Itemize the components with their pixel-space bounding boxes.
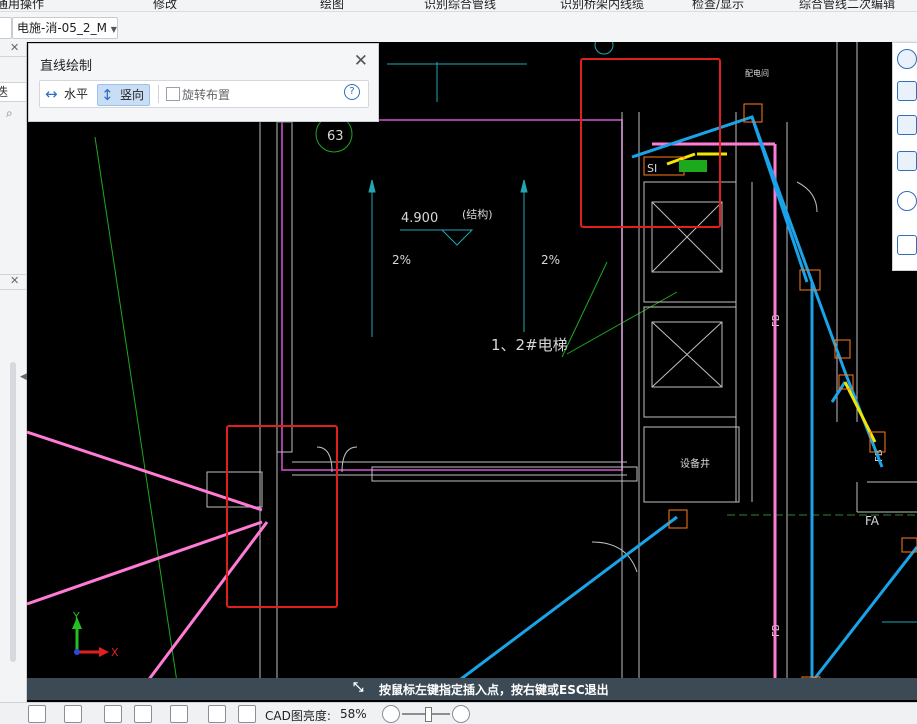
cross-icon[interactable] (104, 705, 122, 723)
panel-field[interactable]: 迭 (0, 82, 26, 102)
vertical-button[interactable]: ↕ 竖向 (97, 84, 151, 106)
ribbon-item-recognize-pipes[interactable]: 识别综合管线 (424, 0, 496, 11)
cursor-hint-icon: ⤡ (353, 680, 364, 695)
orbit-icon[interactable] (897, 49, 917, 69)
divider (158, 85, 159, 103)
tab-current-file-label: 电施-消-05_2_M (17, 21, 107, 35)
bottom-toolbar: CAD图亮度: 58% (0, 702, 917, 724)
ribbon-item-common[interactable]: 通用操作 (0, 0, 44, 11)
cad-canvas[interactable]: 63 4.900 (结构) 2% 2% 1、2#电梯 设备井 配电间 FB FB… (27, 42, 917, 682)
3d-view-icon[interactable] (897, 81, 917, 101)
rotate-checkbox[interactable] (166, 87, 180, 101)
ribbon-item-draw[interactable]: 绘图 (320, 0, 344, 11)
left-side-panel: ✕ 迭 ⌕ ✕ ◀ (0, 41, 27, 702)
line-draw-dialog[interactable]: 直线绘制 ✕ ↔ 水平 ↕ 竖向 旋转布置 ? (28, 43, 379, 122)
cube-view-icon[interactable] (897, 115, 917, 135)
panel-scrollbar[interactable] (10, 362, 16, 662)
right-view-toolbar (892, 42, 917, 271)
horizontal-button[interactable]: ↔ 水平 (42, 84, 93, 104)
elevation-note: (结构) (462, 207, 493, 221)
purple-wall (281, 119, 623, 471)
cad-brightness-value: 58% (340, 707, 367, 721)
collapse-arrow-icon[interactable]: ◀ (20, 372, 27, 382)
ribbon-item-recognize-cables[interactable]: 识别桥架内线缆 (560, 0, 644, 11)
ucs-axis-indicator: Y X (72, 610, 119, 659)
snap-icon[interactable] (170, 705, 188, 723)
status-bar: ⤡ 按鼠标左键指定插入点，按右键或ESC退出 (27, 678, 917, 700)
tag-label: SI (647, 162, 657, 175)
horizontal-arrows-icon: ↔ (45, 85, 58, 103)
elevator-label: 1、2#电梯 (491, 336, 568, 354)
axis-y-label: Y (72, 610, 80, 623)
rotate-label: 旋转布置 (182, 88, 231, 102)
dialog-title: 直线绘制 (40, 59, 93, 74)
horizontal-label: 水平 (64, 87, 89, 101)
cube-icon[interactable] (64, 705, 82, 723)
ribbon-item-check-display[interactable]: 检查/显示 (692, 0, 744, 11)
slope-right-text: 2% (541, 253, 560, 267)
close-icon[interactable]: ✕ (10, 41, 19, 54)
search-icon[interactable]: ⌕ (6, 106, 13, 121)
brightness-decrease-icon[interactable] (382, 705, 400, 723)
help-icon[interactable]: ? (344, 84, 360, 100)
yellow-lines (666, 152, 877, 443)
cad-drawing[interactable]: 63 4.900 (结构) 2% 2% 1、2#电梯 设备井 配电间 FB FB… (27, 42, 917, 682)
ribbon-item-modify[interactable]: 修改 (153, 0, 177, 11)
brightness-slider-handle[interactable] (425, 707, 432, 722)
close-icon[interactable]: ✕ (10, 274, 19, 287)
tab-current-file[interactable]: 电施-消-05_2_M ▼ (12, 17, 118, 39)
green-guide-line (94, 136, 178, 682)
tab-previous[interactable] (0, 17, 12, 39)
green-device (679, 160, 707, 172)
close-icon[interactable]: ✕ (354, 51, 368, 71)
elevation-text: 4.900 (401, 211, 438, 226)
ribbon-menu: 通用操作 修改 绘图 识别综合管线 识别桥架内线缆 检查/显示 综合管线二次编辑 (0, 0, 917, 12)
ribbon-item-secondary-edit[interactable]: 综合管线二次编辑 (799, 0, 895, 11)
cad-brightness-label: CAD图亮度: (265, 709, 331, 723)
dialog-option-bar: ↔ 水平 ↕ 竖向 旋转布置 ? (39, 80, 369, 108)
teal-annotations (368, 42, 917, 623)
number-label: 63 (327, 129, 344, 144)
slope-left-text: 2% (392, 253, 411, 267)
print-icon[interactable] (208, 705, 226, 723)
select-mode-icon[interactable] (28, 705, 46, 723)
green-guide-line (561, 261, 608, 358)
ortho-icon[interactable] (238, 705, 256, 723)
layer-list-icon[interactable] (897, 235, 917, 255)
rotate-view-icon[interactable] (897, 191, 917, 211)
fa-label: FA (865, 514, 880, 528)
panel-header-2: ✕ (0, 274, 26, 290)
chevron-down-icon[interactable]: ▼ (111, 25, 117, 34)
brightness-increase-icon[interactable] (452, 705, 470, 723)
cube-solid-icon[interactable] (897, 151, 917, 171)
vertical-label: 竖向 (120, 88, 145, 102)
panel-header-1: ✕ (0, 41, 26, 57)
status-text: 按鼠标左键指定插入点，按右键或ESC退出 (379, 683, 609, 697)
vertical-arrows-icon: ↕ (101, 86, 114, 104)
device-symbols (643, 103, 917, 682)
file-tab-bar: 电施-消-05_2_M ▼ (0, 12, 917, 43)
axis-x-label: X (111, 646, 119, 659)
room-label: 设备井 (680, 457, 710, 470)
top-room-label: 配电间 (745, 68, 769, 78)
angle-icon[interactable] (134, 705, 152, 723)
